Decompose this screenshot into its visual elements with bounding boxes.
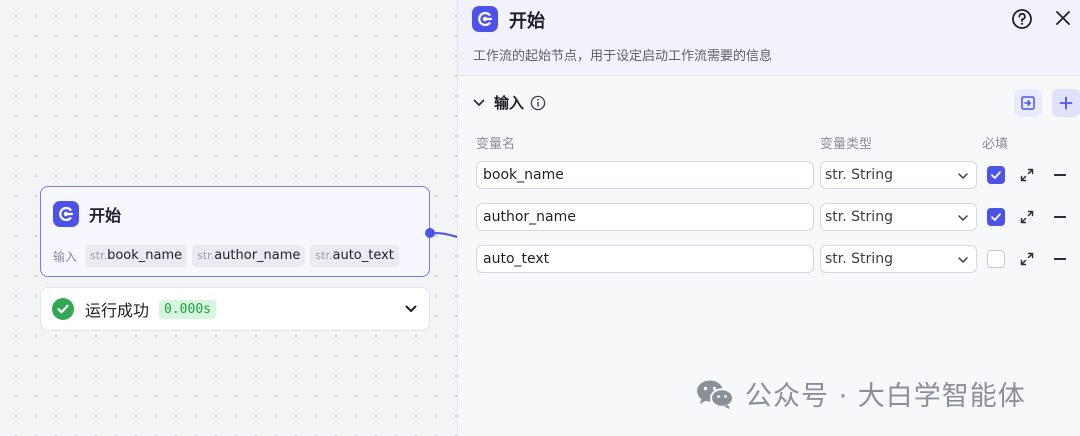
panel-description: 工作流的起始节点，用于设定启动工作流需要的信息 xyxy=(473,49,773,64)
run-status-text: 运行成功 xyxy=(85,301,150,320)
variable-name-input[interactable] xyxy=(476,161,814,189)
variable-row: str. String xyxy=(458,245,1080,275)
param-name: book_name xyxy=(107,248,183,263)
info-icon[interactable] xyxy=(530,95,546,111)
import-icon xyxy=(1021,96,1035,110)
type-prefix: str. xyxy=(825,251,847,267)
node-header: 开始 xyxy=(53,201,121,227)
node-param-tag: str. book_name xyxy=(85,245,188,267)
required-checkbox[interactable] xyxy=(987,250,1005,268)
watermark: 公众号 · 大白学智能体 xyxy=(695,374,1026,413)
variable-name-input[interactable] xyxy=(476,245,814,273)
add-variable-button[interactable] xyxy=(1052,89,1080,117)
variable-name-input[interactable] xyxy=(476,203,814,231)
panel-header: 开始 工作流的起始节点，用于设定启动工作流需要的信息 xyxy=(458,0,1080,76)
variable-type-select[interactable]: str. String xyxy=(820,161,977,189)
variable-row: str. String xyxy=(458,161,1080,191)
required-checkbox[interactable] xyxy=(987,166,1005,184)
input-section-title: 输入 xyxy=(494,94,525,112)
node-inputs-label: 输入 xyxy=(53,249,78,264)
node-inputs-row: 输入 str. book_name str. author_name str. … xyxy=(53,245,404,267)
chevron-down-icon xyxy=(958,215,968,221)
start-node-logo-icon xyxy=(53,201,79,227)
check-icon xyxy=(991,171,1001,179)
column-header-name: 变量名 xyxy=(476,137,516,152)
import-button[interactable] xyxy=(1014,89,1042,117)
remove-variable-icon[interactable] xyxy=(1054,216,1066,218)
type-value: String xyxy=(851,251,893,267)
start-node-logo-icon xyxy=(472,6,498,32)
param-type-prefix: str. xyxy=(315,249,333,262)
check-icon xyxy=(991,213,1001,221)
node-param-tag: str. author_name xyxy=(192,245,306,267)
start-node[interactable]: 开始 输入 str. book_name str. author_name st… xyxy=(40,186,430,277)
param-type-prefix: str. xyxy=(90,249,108,262)
panel-title: 开始 xyxy=(509,11,545,32)
type-prefix: str. xyxy=(825,209,847,225)
input-section-header[interactable]: 输入 xyxy=(472,92,546,113)
remove-variable-icon[interactable] xyxy=(1054,258,1066,260)
param-name: author_name xyxy=(214,248,301,263)
run-time-badge: 0.000s xyxy=(159,299,216,319)
type-prefix: str. xyxy=(825,167,847,183)
chevron-down-icon[interactable] xyxy=(404,302,418,316)
run-status-card[interactable]: 运行成功 0.000s xyxy=(40,287,430,331)
success-check-icon xyxy=(52,298,74,320)
param-name: auto_text xyxy=(332,248,394,263)
wechat-icon xyxy=(697,380,734,409)
node-edge xyxy=(433,232,458,238)
type-value: String xyxy=(851,167,893,183)
node-config-panel: 开始 工作流的起始节点，用于设定启动工作流需要的信息 输入 变量名 变量类型 必… xyxy=(457,0,1080,436)
required-checkbox[interactable] xyxy=(987,208,1005,226)
chevron-down-icon xyxy=(958,257,968,263)
param-type-prefix: str. xyxy=(197,249,215,262)
close-icon[interactable] xyxy=(1054,9,1072,27)
variable-type-select[interactable]: str. String xyxy=(820,245,977,273)
expand-icon[interactable] xyxy=(1020,168,1034,182)
help-icon[interactable] xyxy=(1011,8,1033,30)
expand-icon[interactable] xyxy=(1020,252,1034,266)
column-header-type: 变量类型 xyxy=(820,137,873,152)
node-param-tag: str. auto_text xyxy=(310,245,399,267)
chevron-down-icon xyxy=(958,173,968,179)
column-header-required: 必填 xyxy=(982,137,1009,152)
variable-row: str. String xyxy=(458,203,1080,233)
workflow-canvas[interactable]: 开始 输入 str. book_name str. author_name st… xyxy=(0,0,458,436)
type-value: String xyxy=(851,209,893,225)
variable-type-select[interactable]: str. String xyxy=(820,203,977,231)
remove-variable-icon[interactable] xyxy=(1054,174,1066,176)
node-title: 开始 xyxy=(89,206,122,225)
watermark-text: 公众号 · 大白学智能体 xyxy=(745,381,1026,412)
plus-icon xyxy=(1059,96,1073,110)
chevron-down-icon[interactable] xyxy=(472,96,486,110)
expand-icon[interactable] xyxy=(1020,210,1034,224)
